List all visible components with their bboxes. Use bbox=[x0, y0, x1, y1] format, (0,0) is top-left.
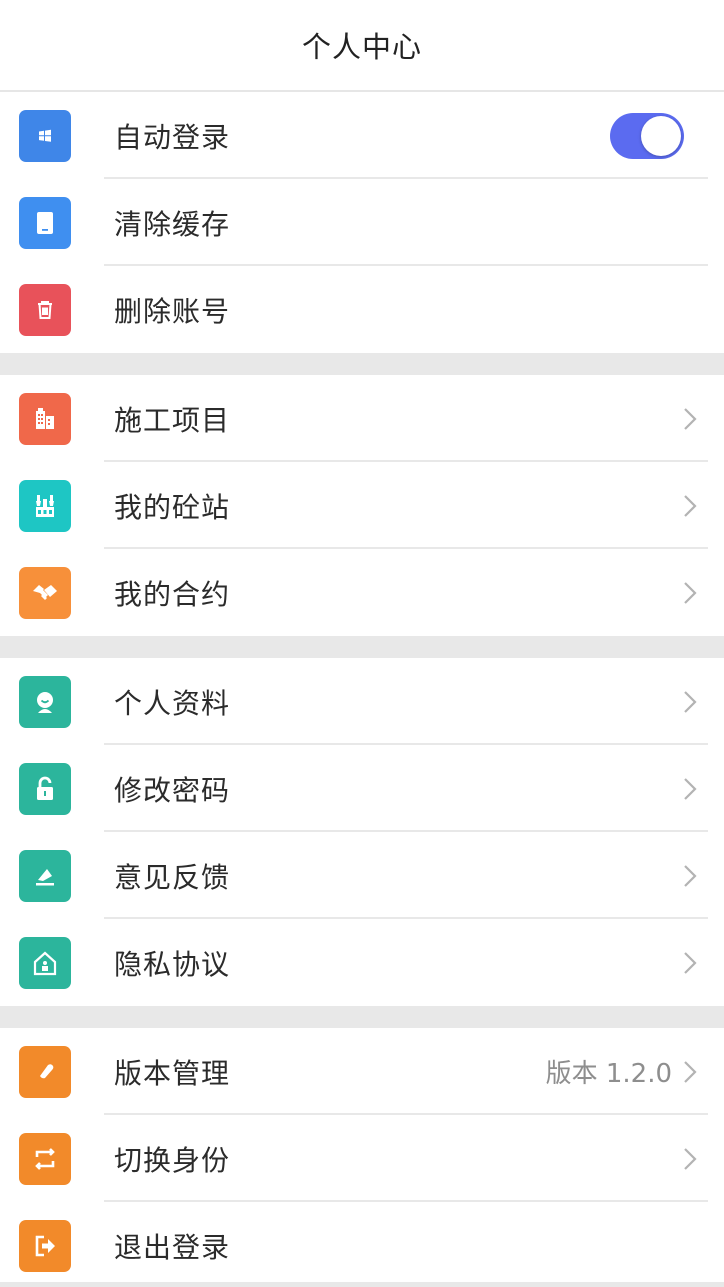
tag-icon bbox=[19, 1045, 71, 1098]
trash-icon bbox=[19, 283, 71, 336]
chevron-right-icon bbox=[684, 690, 697, 713]
version-row[interactable]: 版本管理 版本 1.2.0 bbox=[0, 1028, 724, 1115]
contracts-label: 我的合约 bbox=[114, 577, 231, 611]
house-icon bbox=[19, 936, 71, 989]
profile-label: 个人资料 bbox=[114, 686, 231, 720]
settings-group: 自动登录 清除缓存 删除账号 bbox=[0, 92, 724, 353]
switch-role-label: 切换身份 bbox=[114, 1143, 231, 1177]
business-group: 施工项目 我的砼站 我的合约 bbox=[0, 375, 724, 636]
privacy-label: 隐私协议 bbox=[114, 947, 231, 981]
chevron-right-icon bbox=[684, 494, 697, 517]
chevron-right-icon bbox=[684, 777, 697, 800]
delete-account-label: 删除账号 bbox=[114, 294, 231, 328]
user-icon bbox=[19, 675, 71, 728]
version-label: 版本管理 bbox=[114, 1056, 231, 1090]
logout-label: 退出登录 bbox=[114, 1230, 231, 1264]
contracts-row[interactable]: 我的合约 bbox=[0, 549, 724, 636]
feedback-row[interactable]: 意见反馈 bbox=[0, 832, 724, 919]
tablet-icon bbox=[19, 196, 71, 249]
system-group: 版本管理 版本 1.2.0 切换身份 退出登录 bbox=[0, 1028, 724, 1287]
logout-icon bbox=[19, 1219, 71, 1272]
switch-role-row[interactable]: 切换身份 bbox=[0, 1115, 724, 1202]
auto-login-label: 自动登录 bbox=[114, 120, 231, 154]
delete-account-row[interactable]: 删除账号 bbox=[0, 266, 724, 353]
version-value: 版本 1.2.0 bbox=[545, 1059, 672, 1089]
feedback-icon bbox=[19, 849, 71, 902]
auto-login-toggle[interactable] bbox=[610, 112, 684, 159]
projects-label: 施工项目 bbox=[114, 403, 231, 437]
profile-row[interactable]: 个人资料 bbox=[0, 658, 724, 745]
privacy-row[interactable]: 隐私协议 bbox=[0, 919, 724, 1006]
switch-icon bbox=[19, 1132, 71, 1185]
stations-label: 我的砼站 bbox=[114, 490, 231, 524]
chevron-right-icon bbox=[684, 864, 697, 887]
clear-cache-row[interactable]: 清除缓存 bbox=[0, 179, 724, 266]
chevron-right-icon bbox=[684, 1060, 697, 1083]
account-group: 个人资料 修改密码 意见反馈 隐私协议 bbox=[0, 658, 724, 1006]
lock-icon bbox=[19, 762, 71, 815]
concrete-plant-icon bbox=[19, 479, 71, 532]
clear-cache-label: 清除缓存 bbox=[114, 207, 231, 241]
toggle-knob bbox=[641, 115, 681, 156]
projects-row[interactable]: 施工项目 bbox=[0, 375, 724, 462]
chevron-right-icon bbox=[684, 1147, 697, 1170]
logout-row[interactable]: 退出登录 bbox=[0, 1202, 724, 1287]
chevron-right-icon bbox=[684, 951, 697, 974]
auto-login-row: 自动登录 bbox=[0, 92, 724, 179]
page-title: 个人中心 bbox=[301, 30, 422, 64]
building-icon bbox=[19, 392, 71, 445]
section-gap bbox=[0, 1006, 724, 1028]
section-gap bbox=[0, 636, 724, 658]
chevron-right-icon bbox=[684, 581, 697, 604]
bottom-edge bbox=[0, 1282, 724, 1287]
password-row[interactable]: 修改密码 bbox=[0, 745, 724, 832]
windows-icon bbox=[19, 109, 71, 162]
feedback-label: 意见反馈 bbox=[114, 860, 231, 894]
personal-center-screen: 个人中心 自动登录 清除缓存 删除账号 施工项目 我的砼站 我的合约 个人资料 … bbox=[0, 0, 724, 1287]
handshake-icon bbox=[19, 566, 71, 619]
password-label: 修改密码 bbox=[114, 773, 231, 807]
top-bar: 个人中心 bbox=[0, 0, 724, 92]
chevron-right-icon bbox=[684, 407, 697, 430]
stations-row[interactable]: 我的砼站 bbox=[0, 462, 724, 549]
section-gap bbox=[0, 353, 724, 375]
